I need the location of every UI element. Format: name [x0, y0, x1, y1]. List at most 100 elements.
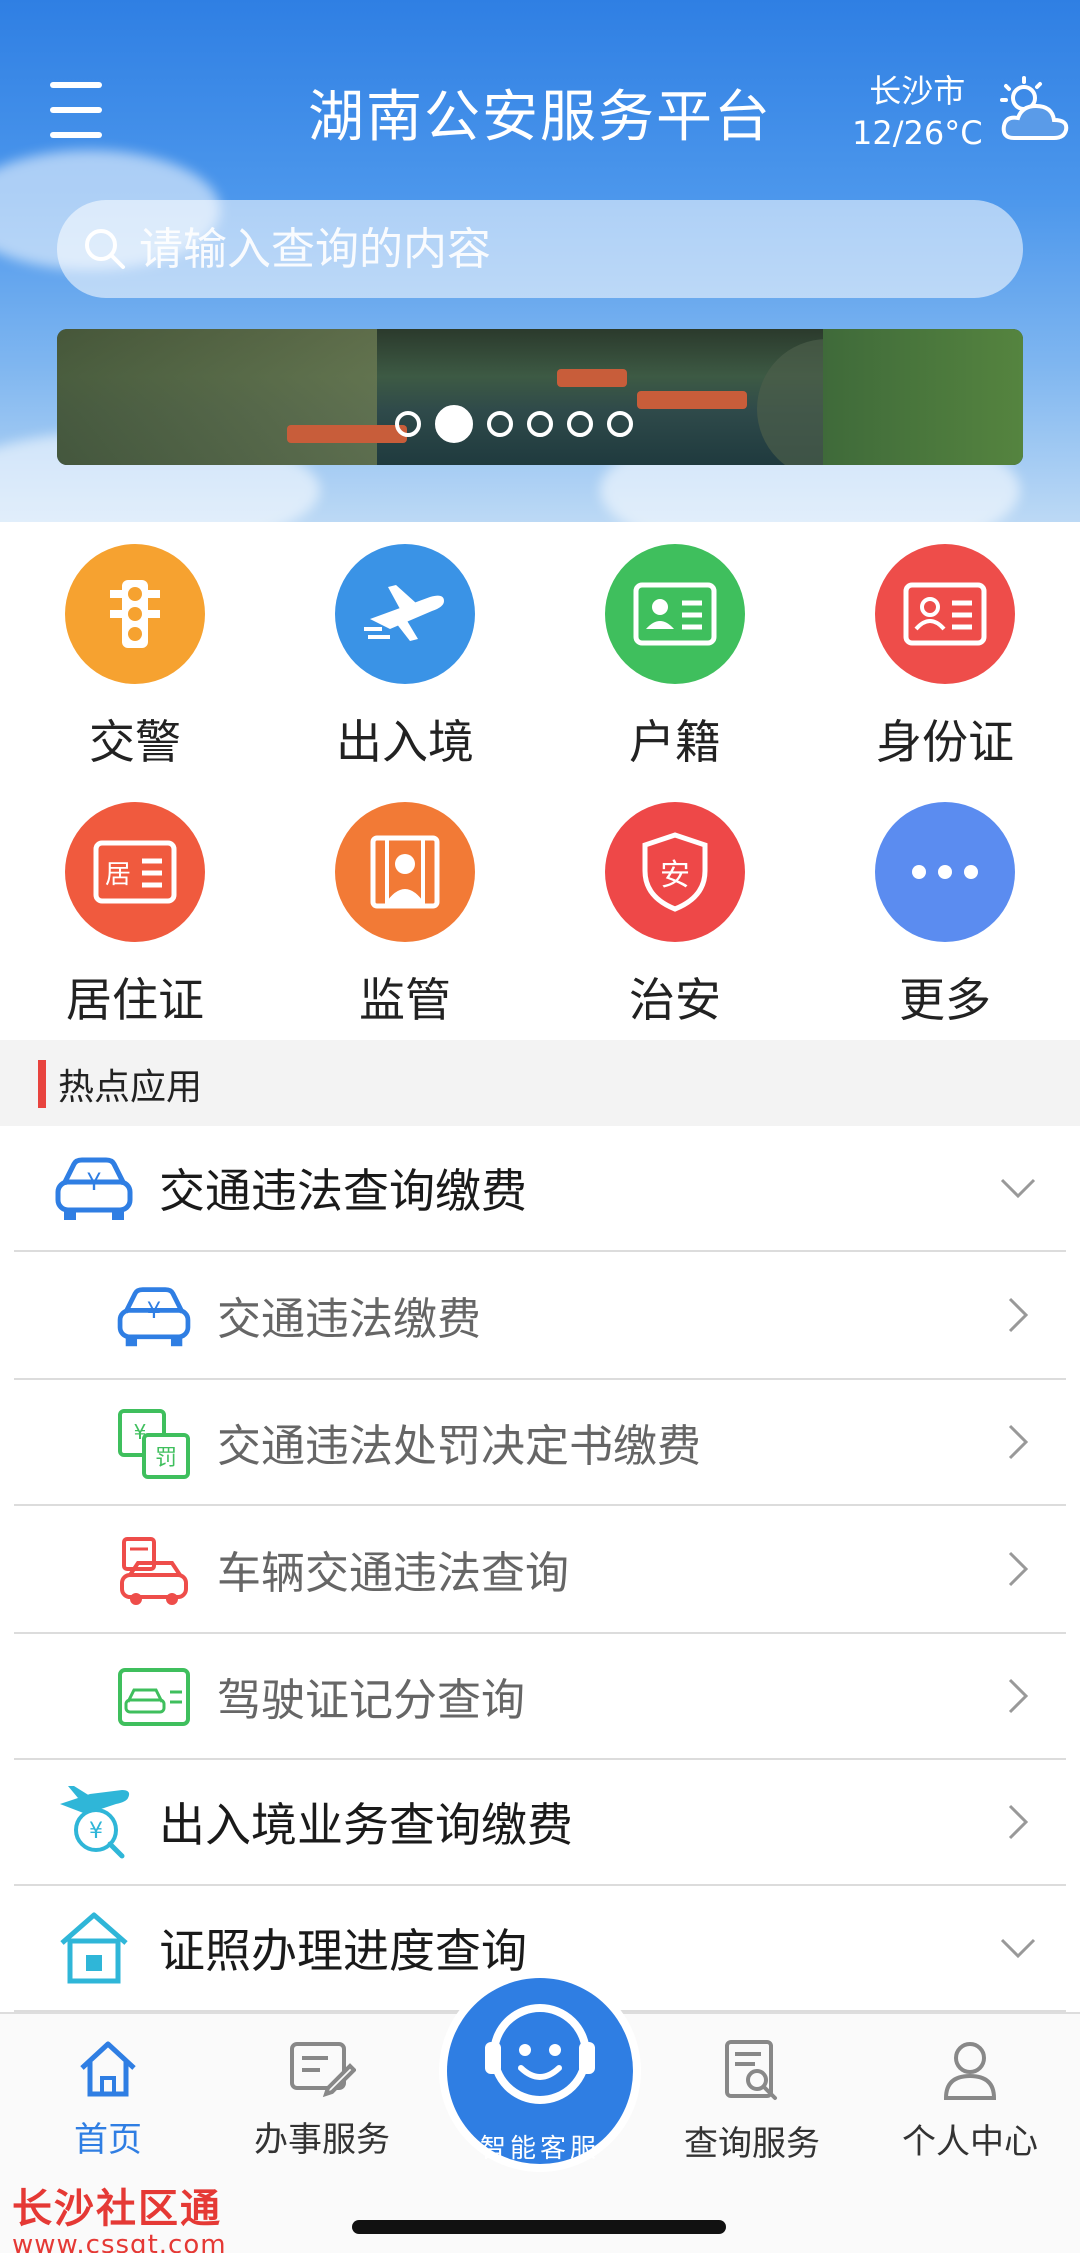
grid-label: 居住证: [66, 973, 204, 1027]
carousel-dot[interactable]: [607, 411, 633, 437]
household-card-icon: [605, 544, 745, 684]
weather-info[interactable]: 长沙市 12/26°C: [852, 70, 983, 154]
grid-label: 治安: [629, 973, 721, 1027]
list-item-label: 驾驶证记分查询: [217, 1675, 525, 1726]
banner-image-part: [287, 425, 407, 443]
svg-text:居: 居: [105, 860, 131, 890]
weather-temperature: 12/26°C: [852, 114, 983, 152]
grid-item-more[interactable]: 更多: [810, 780, 1080, 1030]
list-item-label: 车辆交通违法查询: [217, 1548, 569, 1599]
grid-label: 交警: [89, 715, 181, 769]
carousel-dot-active[interactable]: [435, 405, 473, 443]
banner-image-part: [57, 329, 377, 465]
home-indicator[interactable]: [352, 2220, 726, 2234]
chevron-down-icon[interactable]: [998, 1168, 1038, 1208]
grid-item-exit-entry[interactable]: 出入境: [270, 522, 540, 772]
svg-text:¥: ¥: [147, 1298, 161, 1324]
chevron-down-icon[interactable]: [998, 1928, 1038, 1968]
traffic-light-icon: [65, 544, 205, 684]
tab-profile[interactable]: 个人中心: [870, 2038, 1070, 2163]
watermark-name: 长沙社区通: [12, 2186, 222, 2232]
chevron-right-icon[interactable]: [998, 1295, 1038, 1335]
carousel-dot[interactable]: [527, 411, 553, 437]
tab-query[interactable]: 查询服务: [652, 2038, 852, 2165]
grid-item-public-security[interactable]: 安 治安: [540, 780, 810, 1030]
chevron-right-icon[interactable]: [998, 1802, 1038, 1842]
home-icon: [80, 2041, 136, 2097]
banner-image-part: [637, 391, 747, 409]
airplane-icon: [335, 544, 475, 684]
list-item-traffic-violation-query-payment[interactable]: ¥ 交通违法查询缴费: [14, 1126, 1066, 1252]
banner-image-part: [557, 369, 627, 387]
tab-label: 办事服务: [254, 2120, 390, 2160]
partly-cloudy-icon: [1000, 76, 1069, 140]
app-header: 湖南公安服务平台 长沙市 12/26°C: [0, 0, 1080, 522]
headset-smile-icon: [485, 2004, 595, 2104]
list-item-label: 证照办理进度查询: [159, 1924, 527, 1978]
residence-card-icon: 居: [65, 802, 205, 942]
svg-text:¥: ¥: [86, 1168, 101, 1196]
tab-label: 首页: [74, 2120, 142, 2160]
driver-license-icon: [114, 1664, 194, 1730]
carousel-dot[interactable]: [567, 411, 593, 437]
weather-city: 长沙市: [869, 72, 966, 110]
service-grid: 交警 出入境 户籍 身份证 居 居住证 监管 安 治安 更多: [0, 522, 1080, 1040]
section-accent-bar: [38, 1060, 46, 1108]
banner-image-part: [823, 329, 1023, 465]
id-card-icon: [875, 544, 1015, 684]
chevron-right-icon[interactable]: [998, 1549, 1038, 1589]
penalty-notice-icon: ¥ 罚: [114, 1406, 194, 1482]
grid-item-traffic-police[interactable]: 交警: [0, 522, 270, 772]
more-dots-icon: [875, 802, 1015, 942]
house-icon: [56, 1908, 132, 1988]
list-item-exit-entry-query-payment[interactable]: ¥ 出入境业务查询缴费: [14, 1760, 1066, 1886]
chevron-right-icon[interactable]: [998, 1422, 1038, 1462]
list-item-penalty-decision-payment[interactable]: ¥ 罚 交通违法处罚决定书缴费: [14, 1380, 1066, 1506]
security-shield-icon: 安: [605, 802, 745, 942]
smart-assistant-label: 智能客服: [479, 2134, 600, 2164]
grid-item-household[interactable]: 户籍: [540, 522, 810, 772]
tab-label: 查询服务: [684, 2124, 820, 2164]
list-item-traffic-violation-payment[interactable]: ¥ 交通违法缴费: [14, 1252, 1066, 1380]
list-item-driver-license-points-query[interactable]: 驾驶证记分查询: [14, 1634, 1066, 1760]
menu-icon[interactable]: [50, 82, 102, 138]
carousel-indicator: [395, 405, 633, 443]
hot-apps-section-header: 热点应用: [0, 1040, 1080, 1126]
grid-item-supervision[interactable]: 监管: [270, 780, 540, 1030]
section-title: 热点应用: [58, 1067, 203, 1108]
grid-item-id-card[interactable]: 身份证: [810, 522, 1080, 772]
svg-text:安: 安: [660, 858, 690, 893]
svg-text:罚: 罚: [155, 1446, 177, 1471]
grid-label: 身份证: [876, 715, 1014, 769]
plane-yuan-icon: ¥: [56, 1784, 136, 1860]
search-input[interactable]: [139, 223, 999, 275]
custody-icon: [335, 802, 475, 942]
watermark-url: www.cssqt.com: [12, 2230, 227, 2253]
search-document-icon: [725, 2040, 777, 2100]
grid-label: 更多: [899, 973, 991, 1027]
car-yuan-icon: ¥: [114, 1282, 194, 1352]
grid-label: 出入境: [336, 715, 474, 769]
list-item-label: 交通违法缴费: [217, 1294, 481, 1345]
svg-text:¥: ¥: [89, 1819, 103, 1844]
list-item-vehicle-violation-query[interactable]: 车辆交通违法查询: [14, 1506, 1066, 1634]
search-bar[interactable]: [57, 200, 1023, 298]
list-item-label: 交通违法处罚决定书缴费: [217, 1421, 701, 1472]
car-yuan-icon: ¥: [54, 1154, 134, 1224]
user-icon: [943, 2042, 997, 2100]
carousel-dot[interactable]: [487, 411, 513, 437]
edit-document-icon: [290, 2042, 356, 2098]
grid-label: 监管: [359, 973, 451, 1027]
list-item-label: 交通违法查询缴费: [159, 1164, 527, 1218]
list-item-label: 出入境业务查询缴费: [159, 1798, 573, 1852]
tab-services[interactable]: 办事服务: [222, 2038, 422, 2161]
grid-label: 户籍: [629, 715, 721, 769]
banner-carousel[interactable]: [57, 329, 1023, 465]
tab-label: 个人中心: [902, 2122, 1038, 2162]
search-icon: [85, 229, 125, 269]
tab-home[interactable]: 首页: [8, 2038, 208, 2161]
carousel-dot[interactable]: [395, 411, 421, 437]
chevron-right-icon[interactable]: [998, 1676, 1038, 1716]
car-clipboard-icon: [114, 1534, 194, 1608]
grid-item-residence-permit[interactable]: 居 居住证: [0, 780, 270, 1030]
